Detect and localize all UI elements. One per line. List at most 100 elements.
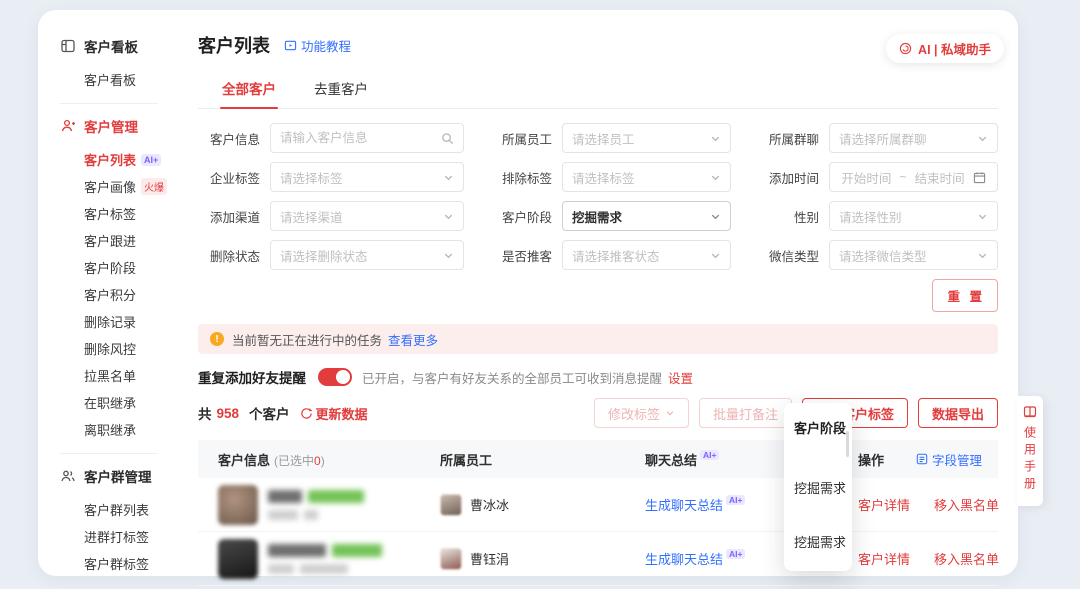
chevron-down-icon — [977, 211, 988, 222]
exclude-tag-select[interactable]: 请选择标签 — [562, 162, 731, 192]
page-header: 客户列表 功能教程 — [198, 32, 998, 58]
customer-stage-select[interactable]: 挖掘需求 — [562, 201, 731, 231]
chevron-down-icon — [977, 133, 988, 144]
sidebar-item-customer-followup[interactable]: 客户跟进 — [60, 227, 178, 254]
date-range-picker[interactable]: 开始时间 ~ 结束时间 — [829, 162, 998, 192]
ai-badge: AI+ — [700, 450, 719, 460]
notice-text: 当前暂无正在进行中的任务 — [232, 330, 382, 349]
employee-name: 曹钰涓 — [470, 549, 509, 568]
customer-table: 客户信息(已选中0) 所属员工 聊天总结AI+ 操作 字段管理 — [198, 440, 998, 586]
corp-tag-select[interactable]: 请选择标签 — [270, 162, 464, 192]
customer-count: 958 — [217, 406, 240, 421]
search-icon — [441, 132, 454, 145]
chevron-down-icon — [443, 172, 454, 183]
ai-assistant-button[interactable]: AI | 私域助手 — [886, 34, 1004, 63]
field-settings-icon — [916, 453, 928, 465]
table-row[interactable]: 曹冰冰 生成聊天总结AI+ 客户详情 移入黑名单 — [198, 478, 998, 532]
chevron-down-icon — [977, 250, 988, 261]
sidebar-group-label: 客户看板 — [84, 36, 138, 56]
ai-badge: AI+ — [141, 154, 161, 166]
video-tutorial-icon — [284, 39, 297, 52]
sidebar-item-group-join-tag[interactable]: 进群打标签 — [60, 523, 178, 550]
page-title: 客户列表 — [198, 32, 270, 58]
sidebar-item-resigned-inherit[interactable]: 离职继承 — [60, 416, 178, 443]
sidebar-item-blacklist[interactable]: 拉黑名单 — [60, 362, 178, 389]
calendar-icon — [973, 171, 986, 184]
ai-badge: AI+ — [726, 549, 745, 559]
delete-status-select[interactable]: 请选择删除状态 — [270, 240, 464, 270]
settings-link[interactable]: 设置 — [668, 368, 693, 387]
tab-bar: 全部客户 去重客户 — [198, 72, 998, 109]
sidebar-item-group-tags[interactable]: 客户群标签 — [60, 550, 178, 576]
filter-add-channel: 添加渠道 请选择渠道 — [198, 201, 464, 231]
filter-exclude-tag: 排除标签 请选择标签 — [490, 162, 731, 192]
stage-column-floating-panel[interactable]: 客户阶段 挖掘需求 挖掘需求 — [784, 403, 852, 571]
scrollbar-thumb[interactable] — [846, 431, 849, 457]
customer-detail-link[interactable]: 客户详情 — [858, 495, 910, 514]
chevron-down-icon — [443, 250, 454, 261]
stage-column-header[interactable]: 客户阶段 — [784, 403, 852, 437]
sidebar-group-customer-mgmt[interactable]: 客户管理 — [60, 116, 178, 136]
chevron-down-icon — [443, 211, 454, 222]
sidebar-item-customer-points[interactable]: 客户积分 — [60, 281, 178, 308]
end-date-placeholder: 结束时间 — [915, 168, 965, 187]
main-content: 客户列表 功能教程 AI | 私域助手 全部客户 去重客户 客户信息 — [178, 10, 1018, 576]
generate-summary-link[interactable]: 生成聊天总结 — [645, 552, 723, 567]
user-manual-tab[interactable]: 使用手册 — [1017, 396, 1043, 506]
modify-tag-button[interactable]: 修改标签 — [594, 398, 689, 428]
dashboard-icon — [60, 38, 76, 54]
sidebar-group-label: 客户管理 — [84, 116, 138, 136]
tutorial-link[interactable]: 功能教程 — [284, 36, 351, 55]
sidebar-item-group-list[interactable]: 客户群列表 — [60, 496, 178, 523]
sidebar-group-dashboard[interactable]: 客户看板 — [60, 36, 178, 56]
tab-dedupe-customers[interactable]: 去重客户 — [312, 72, 370, 108]
employee-select[interactable]: 请选择员工 — [562, 123, 731, 153]
sidebar-item-customer-portrait[interactable]: 客户画像 火爆 — [60, 173, 178, 200]
sidebar-item-customer-list[interactable]: 客户列表 AI+ — [60, 146, 178, 173]
reset-button[interactable]: 重 置 — [932, 279, 998, 312]
table-row[interactable]: 曹钰涓 生成聊天总结AI+ 客户详情 移入黑名单 — [198, 532, 998, 586]
sidebar-item-delete-records[interactable]: 删除记录 — [60, 308, 178, 335]
tab-all-customers[interactable]: 全部客户 — [220, 72, 278, 108]
duplicate-reminder-toggle[interactable] — [318, 368, 352, 386]
gender-select[interactable]: 请选择性别 — [829, 201, 998, 231]
export-data-button[interactable]: 数据导出 — [918, 398, 998, 428]
customer-detail-link[interactable]: 客户详情 — [858, 549, 910, 568]
sidebar-item-customer-dashboard[interactable]: 客户看板 — [60, 66, 178, 93]
referral-status-select[interactable]: 请选择推客状态 — [562, 240, 731, 270]
employee-avatar — [440, 548, 462, 570]
chat-summary-cell: 生成聊天总结AI+ — [641, 495, 784, 515]
col-actions: 操作 字段管理 — [854, 450, 998, 469]
chat-summary-cell: 生成聊天总结AI+ — [641, 549, 784, 569]
wechat-type-select[interactable]: 请选择微信类型 — [829, 240, 998, 270]
sidebar-item-customer-stage[interactable]: 客户阶段 — [60, 254, 178, 281]
table-header: 客户信息(已选中0) 所属员工 聊天总结AI+ 操作 字段管理 — [198, 440, 998, 478]
filter-delete-status: 删除状态 请选择删除状态 — [198, 240, 464, 270]
sidebar-item-delete-risk[interactable]: 删除风控 — [60, 335, 178, 362]
generate-summary-link[interactable]: 生成聊天总结 — [645, 498, 723, 513]
field-management-link[interactable]: 字段管理 — [916, 450, 982, 469]
customer-info-input[interactable] — [270, 123, 464, 153]
sidebar-item-active-inherit[interactable]: 在职继承 — [60, 389, 178, 416]
batch-note-button[interactable]: 批量打备注 — [699, 398, 792, 428]
move-blacklist-link[interactable]: 移入黑名单 — [934, 549, 999, 568]
sidebar-group-customer-group-mgmt[interactable]: 客户群管理 — [60, 466, 178, 486]
filter-group-chat: 所属群聊 请选择所属群聊 — [757, 123, 998, 153]
group-chat-select[interactable]: 请选择所属群聊 — [829, 123, 998, 153]
add-channel-select[interactable]: 请选择渠道 — [270, 201, 464, 231]
sidebar-group-label: 客户群管理 — [84, 466, 152, 486]
employee-avatar — [440, 494, 462, 516]
filter-add-time: 添加时间 开始时间 ~ 结束时间 — [757, 162, 998, 192]
actions-cell: 客户详情 移入黑名单 — [854, 495, 998, 514]
move-blacklist-link[interactable]: 移入黑名单 — [934, 495, 999, 514]
ai-badge: AI+ — [726, 495, 745, 505]
filter-corp-tag: 企业标签 请选择标签 — [198, 162, 464, 192]
sidebar-item-customer-tags[interactable]: 客户标签 — [60, 200, 178, 227]
view-more-link[interactable]: 查看更多 — [388, 330, 438, 349]
search-input[interactable] — [280, 131, 441, 145]
chevron-down-icon — [710, 172, 721, 183]
filter-customer-stage: 客户阶段 挖掘需求 — [490, 201, 731, 231]
chevron-down-icon — [665, 408, 675, 418]
refresh-data-link[interactable]: 更新数据 — [300, 404, 368, 423]
col-customer-info: 客户信息(已选中0) — [198, 450, 436, 469]
